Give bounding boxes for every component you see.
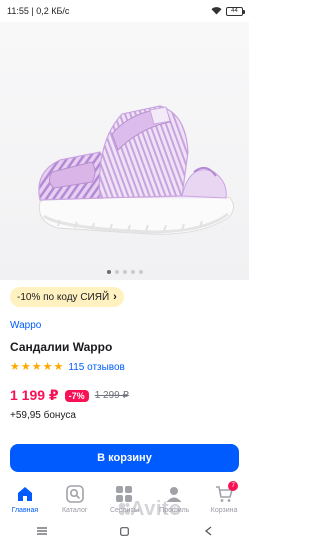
tab-profile[interactable]: Профиль <box>149 484 199 514</box>
home-square-icon[interactable] <box>118 526 132 536</box>
sandal-illustration <box>38 105 234 235</box>
promo-code-chip[interactable]: -10% по коду СИЯЙ › <box>10 287 124 307</box>
rating-row[interactable]: ★ ★ ★ ★ ★ 115 отзывов <box>10 361 125 373</box>
star-icon: ★ <box>42 361 53 373</box>
bonus-text: +59,95 бонуса <box>10 410 76 421</box>
battery-level: 44 <box>231 7 238 14</box>
tab-home[interactable]: Главная <box>0 484 50 514</box>
cart-count-badge: 7 <box>228 481 239 491</box>
reviews-link[interactable]: 115 отзывов <box>68 362 125 373</box>
price: 1 199 ₽ <box>10 387 59 403</box>
star-icon: ★ <box>20 361 31 373</box>
home-icon <box>14 484 36 504</box>
services-grid-icon <box>113 484 135 504</box>
status-time: 11:55 | 0,2 КБ/с <box>7 6 70 16</box>
product-title: Сандалии Wappo <box>10 340 113 354</box>
discount-badge: -7% <box>64 389 89 402</box>
back-icon[interactable] <box>201 526 215 536</box>
tab-catalog[interactable]: Каталог <box>50 484 100 514</box>
profile-icon <box>163 484 185 504</box>
catalog-search-icon <box>64 484 86 504</box>
battery-icon: 44 <box>226 6 245 16</box>
star-icon: ★ <box>31 361 42 373</box>
watermark-logo-dots <box>118 502 130 516</box>
add-to-cart-button[interactable]: В корзину <box>10 444 239 472</box>
brand-link[interactable]: Wappo <box>10 320 41 331</box>
star-icon: ★ <box>10 361 20 373</box>
image-pager[interactable] <box>0 270 249 274</box>
pager-dot[interactable] <box>114 270 119 274</box>
status-icons: 44 <box>211 6 245 16</box>
promo-text: -10% по коду СИЯЙ <box>17 291 110 303</box>
pager-dot[interactable] <box>138 270 143 274</box>
product-image[interactable] <box>0 22 249 280</box>
chevron-right-icon: › <box>113 290 117 303</box>
tab-label: Корзина <box>210 507 238 514</box>
old-price: 1 299 ₽ <box>94 390 129 401</box>
tab-label: Каталог <box>61 507 88 514</box>
pager-dot[interactable] <box>130 270 135 274</box>
tab-label: Главная <box>11 507 39 514</box>
pager-dot[interactable] <box>122 270 127 274</box>
recent-apps-icon[interactable] <box>35 526 49 536</box>
tab-cart[interactable]: 7 Корзина <box>199 481 249 514</box>
wifi-icon <box>211 7 222 15</box>
star-icon: ★ <box>53 361 64 373</box>
price-row: 1 199 ₽ -7% 1 299 ₽ <box>10 387 129 404</box>
status-bar: 11:55 | 0,2 КБ/с 44 <box>0 0 249 22</box>
system-nav-bar <box>0 522 249 540</box>
tab-label: Профиль <box>159 507 190 514</box>
add-to-cart-label: В корзину <box>97 452 152 464</box>
pager-dot[interactable] <box>106 270 111 274</box>
